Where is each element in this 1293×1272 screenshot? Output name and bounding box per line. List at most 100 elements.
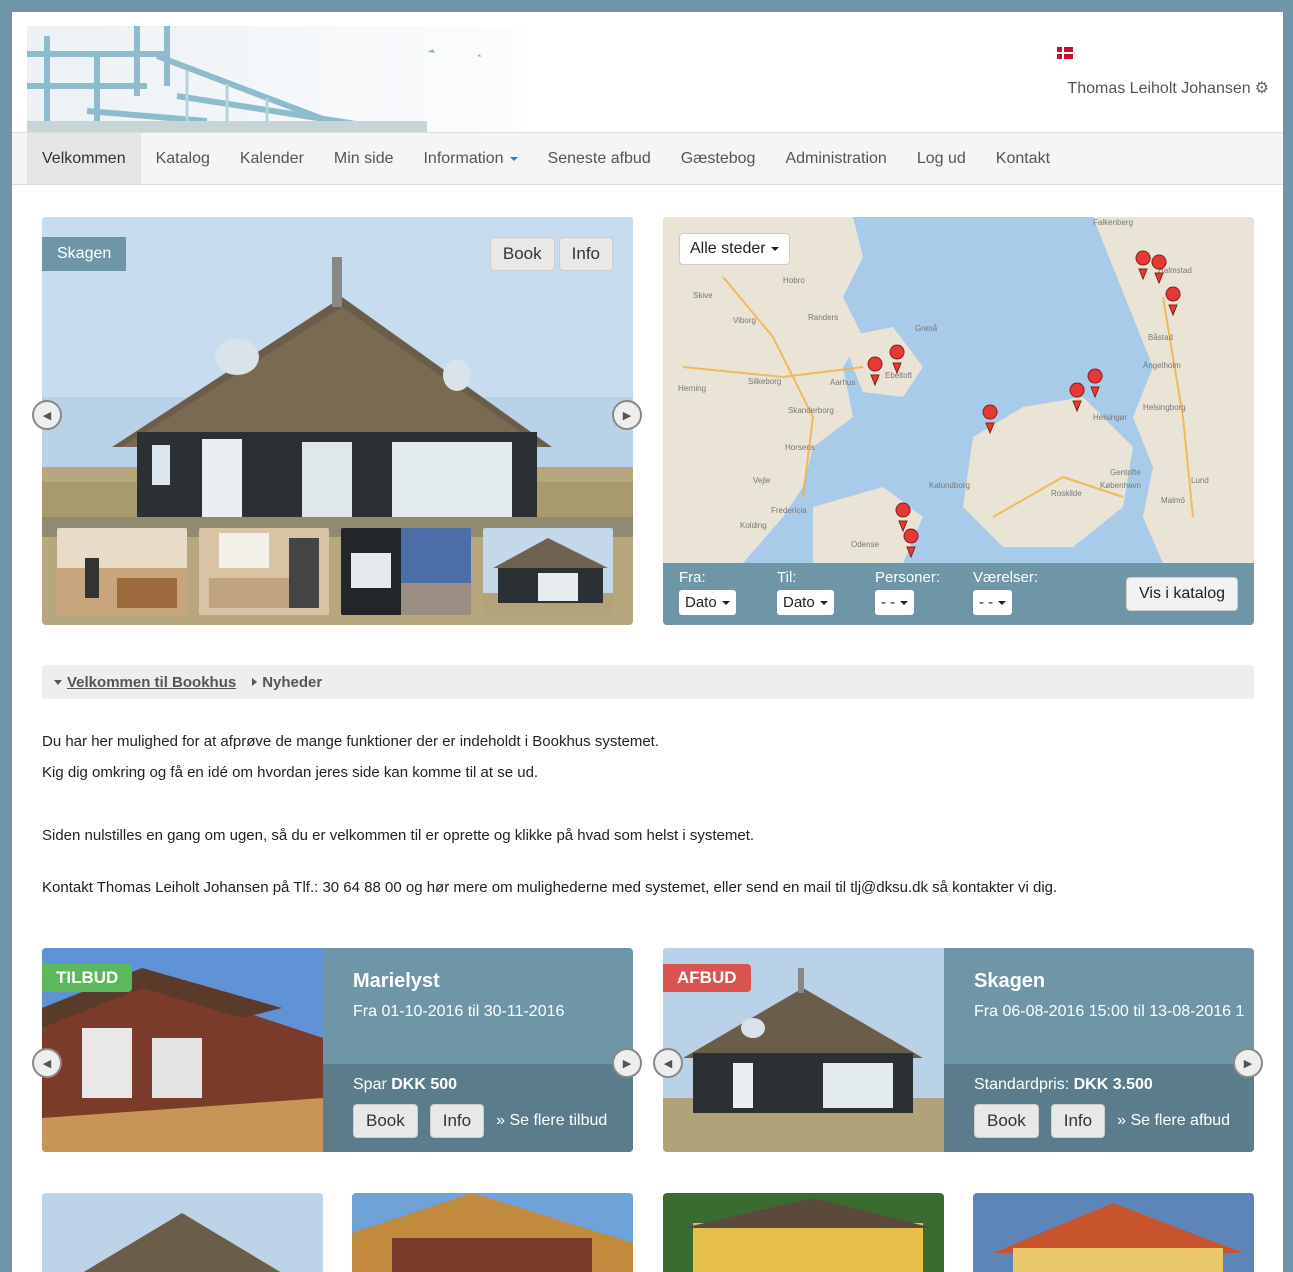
offer-details: Marielyst Fra 01-10-2016 til 30-11-2016 … bbox=[323, 948, 633, 1152]
map-city-label: Vejle bbox=[753, 476, 771, 485]
hero-book-button[interactable]: Book bbox=[489, 237, 555, 271]
tab-velkommen[interactable]: Velkommen til Bookhus bbox=[67, 674, 236, 691]
filter-to: Til: Dato bbox=[777, 569, 834, 615]
danish-flag-icon[interactable] bbox=[1057, 47, 1073, 59]
see-more-cancellations-link[interactable]: » Se flere afbud bbox=[1117, 1112, 1230, 1130]
hero-slider: Skagen Book Info bbox=[42, 217, 633, 625]
map-city-label: Gentofte bbox=[1110, 468, 1141, 477]
filter-from: Fra: Dato bbox=[679, 569, 736, 615]
map-city-label: Malmö bbox=[1161, 496, 1186, 505]
contact-paragraph: Kontakt Thomas Leiholt Johansen på Tlf.:… bbox=[42, 879, 1058, 896]
nav-item-velkommen[interactable]: Velkommen bbox=[27, 133, 141, 184]
map-city-label: Herning bbox=[678, 384, 706, 393]
nav-item-katalog[interactable]: Katalog bbox=[141, 133, 225, 184]
chevron-down-icon bbox=[721, 601, 730, 606]
map-city-label: Viborg bbox=[733, 316, 756, 325]
intro-paragraph-1: Du har her mulighed for at afprøve de ma… bbox=[42, 733, 659, 750]
map-city-label: Lund bbox=[1191, 476, 1209, 485]
map-image: Hobro Viborg Randers Skive Silkeborg Her… bbox=[663, 217, 1254, 563]
offer-prev-arrow[interactable]: ◀ bbox=[32, 1048, 62, 1078]
nav-item-information[interactable]: Information bbox=[408, 133, 532, 184]
filter-persons-label: Personer: bbox=[875, 569, 941, 586]
hero-prev-arrow[interactable]: ◀ bbox=[32, 400, 62, 430]
hero-next-arrow[interactable]: ▶ bbox=[612, 400, 642, 430]
filter-to-value: Dato bbox=[783, 594, 815, 611]
offer-title: Marielyst bbox=[353, 970, 440, 992]
map-city-label: Silkeborg bbox=[748, 377, 781, 386]
house-card-image[interactable] bbox=[352, 1193, 633, 1272]
cancellation-badge: AFBUD bbox=[663, 964, 751, 992]
house-card-image[interactable] bbox=[42, 1193, 323, 1272]
map-widget[interactable]: Hobro Viborg Randers Skive Silkeborg Her… bbox=[663, 217, 1254, 625]
filter-from-select[interactable]: Dato bbox=[679, 590, 736, 615]
thumbnail-kitchen[interactable] bbox=[199, 528, 329, 615]
cancellation-price-value: DKK 3.500 bbox=[1073, 1076, 1153, 1093]
hero-info-button[interactable]: Info bbox=[558, 237, 613, 271]
user-area: Thomas Leiholt Johansen ⚙ bbox=[1057, 46, 1269, 98]
nav-item-log-ud[interactable]: Log ud bbox=[902, 133, 981, 184]
offer-card-afbud: AFBUD Skagen Fra 06-08-2016 15:00 til 13… bbox=[663, 948, 1254, 1152]
cancellation-prev-arrow[interactable]: ◀ bbox=[653, 1048, 683, 1078]
filter-to-select[interactable]: Dato bbox=[777, 590, 834, 615]
thumbnail-living-room[interactable] bbox=[57, 528, 187, 615]
filter-persons-select[interactable]: - - bbox=[875, 590, 915, 615]
offer-next-arrow[interactable]: ▶ bbox=[612, 1048, 642, 1078]
gear-icon[interactable]: ⚙ bbox=[1255, 80, 1269, 97]
chevron-down-icon bbox=[819, 601, 828, 606]
nav-item-kontakt[interactable]: Kontakt bbox=[981, 133, 1065, 184]
cancellation-price-label: Standardpris: bbox=[974, 1076, 1070, 1093]
map-city-label: Roskilde bbox=[1051, 489, 1082, 498]
offer-footer: Spar DKK 500 Book Info » Se flere tilbud bbox=[323, 1064, 633, 1152]
offer-info-button[interactable]: Info bbox=[429, 1104, 485, 1138]
cancellation-next-arrow[interactable]: ▶ bbox=[1233, 1048, 1263, 1078]
house-card-image[interactable] bbox=[973, 1193, 1254, 1272]
map-city-label: Ebeltoft bbox=[885, 371, 913, 380]
filter-rooms-select[interactable]: - - bbox=[973, 590, 1013, 615]
nav-item-seneste-afbud[interactable]: Seneste afbud bbox=[533, 133, 666, 184]
hero-thumbnails bbox=[57, 528, 613, 615]
map-city-label: Grenå bbox=[915, 324, 938, 333]
show-in-catalog-button[interactable]: Vis i katalog bbox=[1126, 577, 1238, 611]
header-pier-image bbox=[27, 26, 527, 132]
see-more-offers-link[interactable]: » Se flere tilbud bbox=[496, 1112, 607, 1130]
map-city-label: Horsens bbox=[785, 443, 815, 452]
map-city-label: Skanderborg bbox=[788, 406, 834, 415]
thumbnail-exterior[interactable] bbox=[483, 528, 613, 615]
map-city-label: Randers bbox=[808, 313, 838, 322]
hero-place-label: Skagen bbox=[42, 237, 127, 271]
nav-item-administration[interactable]: Administration bbox=[770, 133, 901, 184]
map-city-label: København bbox=[1100, 481, 1141, 490]
locations-dropdown[interactable]: Alle steder bbox=[679, 233, 790, 265]
offer-card-tilbud: TILBUD Marielyst Fra 01-10-2016 til 30-1… bbox=[42, 948, 633, 1152]
chevron-down-icon bbox=[770, 246, 779, 251]
nav-item-gaestebog[interactable]: Gæstebog bbox=[666, 133, 771, 184]
filter-from-value: Dato bbox=[685, 594, 717, 611]
caret-right-icon bbox=[252, 678, 258, 686]
cancellation-details: Skagen Fra 06-08-2016 15:00 til 13-08-20… bbox=[944, 948, 1254, 1152]
house-card-image[interactable] bbox=[663, 1193, 944, 1272]
nav-item-kalender[interactable]: Kalender bbox=[225, 133, 319, 184]
thumbnail-terrace[interactable] bbox=[341, 528, 471, 615]
search-filter-bar: Fra: Dato Til: Dato Personer: - - Værels… bbox=[663, 563, 1254, 625]
nav-item-information-label: Information bbox=[423, 149, 504, 167]
user-name: Thomas Leiholt Johansen bbox=[1067, 80, 1251, 97]
offer-price-label: Spar bbox=[353, 1076, 387, 1093]
cancellation-book-button[interactable]: Book bbox=[974, 1104, 1039, 1138]
page-frame: Thomas Leiholt Johansen ⚙ Velkommen Katal… bbox=[12, 12, 1283, 1272]
offer-book-button[interactable]: Book bbox=[353, 1104, 418, 1138]
cancellation-price: Standardpris: DKK 3.500 bbox=[974, 1076, 1153, 1094]
cancellation-footer: Standardpris: DKK 3.500 Book Info » Se f… bbox=[944, 1064, 1254, 1152]
cancellation-info-button[interactable]: Info bbox=[1050, 1104, 1106, 1138]
cancellation-actions: Book Info » Se flere afbud bbox=[974, 1104, 1230, 1138]
map-city-label: Odense bbox=[851, 540, 880, 549]
chevron-down-icon bbox=[998, 601, 1007, 606]
filter-from-label: Fra: bbox=[679, 569, 706, 586]
nav-item-min-side[interactable]: Min side bbox=[319, 133, 409, 184]
map-city-label: Hobro bbox=[783, 276, 805, 285]
map-city-label: Kolding bbox=[740, 521, 767, 530]
locations-dropdown-label: Alle steder bbox=[690, 240, 766, 257]
filter-persons: Personer: - - bbox=[875, 569, 940, 615]
map-city-label: Kalundborg bbox=[929, 481, 970, 490]
user-menu[interactable]: Thomas Leiholt Johansen ⚙ bbox=[1057, 78, 1269, 98]
tab-nyheder[interactable]: Nyheder bbox=[262, 674, 322, 691]
